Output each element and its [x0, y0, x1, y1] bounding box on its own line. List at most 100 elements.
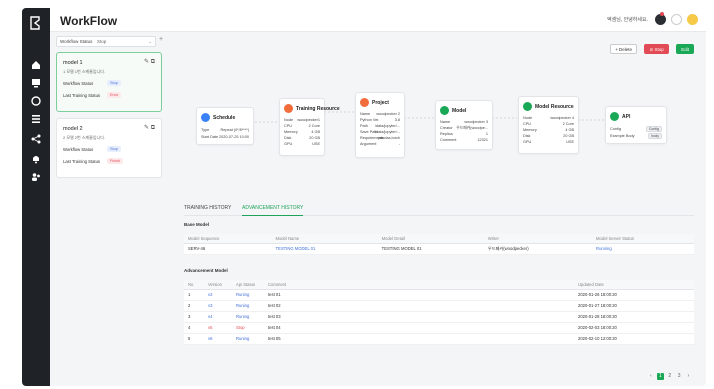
user-icon[interactable]: [671, 14, 682, 25]
app-title: WorkFlow: [60, 14, 118, 28]
node-value: USE: [566, 140, 574, 144]
sun-icon[interactable]: [687, 14, 698, 25]
share-icon[interactable]: [31, 134, 41, 144]
table-cell: test 04: [264, 322, 574, 334]
table-row[interactable]: 4 v5 Stop test 04 2020-02-03 18:00:20: [184, 322, 694, 334]
schedule-node[interactable]: Schedule Type Repeat (0*/5****) Start Dat…: [196, 107, 254, 145]
node-value: USE: [312, 142, 320, 146]
node-key: GPU: [284, 142, 293, 146]
column-header: Model Detail: [377, 234, 484, 244]
advancement-table: No Version Api Status Comment Updated Da…: [184, 280, 694, 345]
edit-icon[interactable]: ✎: [144, 59, 149, 65]
node-title: API: [622, 113, 631, 120]
table-row[interactable]: 3 v4 Runing test 03 2020-01-28 18:00:20: [184, 311, 694, 323]
model-node[interactable]: Model Name woodpecker 3 Creator 우드페커(woodp…: [435, 100, 493, 150]
next-page-icon[interactable]: ›: [685, 373, 692, 380]
node-value: 2 Core: [308, 124, 320, 128]
version-link[interactable]: v3: [204, 300, 232, 312]
node-key: Memory: [284, 130, 298, 134]
node-title: Model Resource: [535, 103, 574, 110]
workflow-card[interactable]: model 1 ✎ ⧉ 1 모델 1번 스케줄입니다. Workflow Sta…: [56, 52, 162, 112]
table-row[interactable]: 5 v6 Runing test 05 2020-02-10 12:00:20: [184, 333, 694, 345]
table-cell: 우드페커(woodpecker): [483, 243, 593, 255]
column-header: Comment: [264, 280, 574, 290]
copy-icon[interactable]: ⧉: [151, 125, 155, 131]
edit-icon[interactable]: ✎: [144, 125, 149, 131]
tab-advancement-history[interactable]: ADVANCEMENT HISTORY: [242, 205, 304, 216]
node-key: Argument: [360, 142, 377, 146]
table-cell: 2020-01-26 18:00:20: [574, 289, 694, 301]
pagination: ‹ 1 2 3 ›: [646, 373, 692, 380]
node-key: GPU: [523, 140, 532, 144]
node-value: woodpecker 3: [464, 120, 488, 124]
bell-icon[interactable]: [31, 154, 41, 164]
node-key: Start Date: [201, 135, 219, 139]
config-chip[interactable]: Config: [645, 126, 662, 132]
training-resource-node[interactable]: Training Resource Node woodpecker1 CPU 2 C…: [279, 98, 340, 156]
workflow-list-panel: Workflow Status Stop ⌄ + model 1 ✎ ⧉ 1 모…: [56, 36, 166, 386]
table-cell: 1: [184, 289, 204, 301]
monitor-icon[interactable]: [31, 78, 41, 88]
version-link[interactable]: v4: [204, 311, 232, 323]
table-row[interactable]: 2 v3 Runing test 02 2020-01-27 18:00:20: [184, 300, 694, 312]
api-node[interactable]: API Config Config Example Body body: [605, 106, 667, 144]
home-icon[interactable]: [31, 60, 41, 70]
column-header: Model Name: [271, 234, 378, 244]
nav-rail: [22, 8, 50, 386]
table-row[interactable]: 1 v2 Runing test 01 2020-01-26 18:00:20: [184, 289, 694, 301]
node-value: -: [398, 142, 400, 146]
node-key: Disk: [284, 136, 292, 140]
base-model-table: Model Sequence Model Name Model Detail W…: [184, 234, 694, 255]
table-cell: 3: [184, 311, 204, 323]
model-name-link[interactable]: TESTING MODEL 01: [271, 243, 378, 255]
node-key: Example Body: [610, 134, 635, 138]
node-key: Type: [201, 128, 210, 132]
table-row[interactable]: SERV-46 TESTING MODEL 01 TESTING MODEL 0…: [184, 243, 694, 255]
page-3[interactable]: 3: [676, 373, 683, 380]
copy-icon[interactable]: ⧉: [151, 59, 155, 65]
top-bar: WorkFlow 엑셈님, 안녕하세요.: [50, 8, 706, 32]
node-value: 20 GB: [309, 136, 320, 140]
node-value: woodpecker 4: [550, 116, 574, 120]
model-resource-icon: [523, 102, 532, 111]
chevron-down-icon: ⌄: [148, 39, 152, 44]
tab-training-history[interactable]: TRAINING HISTORY: [184, 205, 231, 211]
base-model-heading: Base Model: [184, 222, 210, 227]
model-resource-node[interactable]: Model Resource Node woodpecker 4 CPU 2 Cor…: [518, 96, 579, 154]
node-key: Path: [360, 124, 368, 128]
node-key: CPU: [523, 122, 532, 126]
filter-label: Workflow Status: [60, 39, 93, 44]
version-link[interactable]: v5: [204, 322, 232, 334]
workflow-card[interactable]: model 2 ✎ ⧉ 2 모델 2번 스케줄입니다. Workflow Sta…: [56, 118, 162, 178]
workflow-status-badge: Stop: [107, 80, 121, 86]
training-status-label: Last Training Status: [63, 159, 101, 164]
node-value: 1: [485, 132, 488, 136]
node-value: 3.8: [394, 118, 400, 122]
page-2[interactable]: 2: [666, 373, 673, 380]
history-tabs: TRAINING HISTORY ADVANCEMENT HISTORY: [184, 202, 694, 216]
column-header: Writer: [483, 234, 593, 244]
list-icon[interactable]: [31, 114, 41, 124]
node-title: Model: [452, 107, 467, 114]
workflow-status-label: Workflow Status: [63, 81, 94, 86]
column-header: Model Sequence: [184, 234, 272, 244]
node-title: Project: [372, 99, 389, 106]
prev-page-icon[interactable]: ‹: [647, 373, 654, 380]
dashboard-icon[interactable]: [31, 96, 41, 106]
server-status: Running: [592, 243, 694, 255]
version-link[interactable]: v2: [204, 289, 232, 301]
project-icon: [360, 98, 369, 107]
add-workflow-icon[interactable]: +: [159, 36, 163, 43]
column-header: Model Server Status: [592, 234, 694, 244]
version-link[interactable]: v6: [204, 333, 232, 345]
workflow-status-label: Workflow Status: [63, 147, 94, 152]
card-description: 1 모델 1번 스케줄입니다.: [63, 69, 106, 74]
page-1[interactable]: 1: [656, 373, 664, 380]
body-chip[interactable]: body: [648, 133, 662, 139]
filter-value: Stop: [97, 39, 107, 44]
card-actions: ✎ ⧉: [144, 58, 155, 66]
project-node[interactable]: Project Name woodpecker 2 Python Ver. 3.8 …: [355, 92, 405, 158]
users-icon[interactable]: [31, 172, 41, 182]
workflow-status-filter[interactable]: Workflow Status Stop ⌄: [56, 36, 156, 47]
node-value: 2020-07-25 10:00: [219, 135, 249, 139]
